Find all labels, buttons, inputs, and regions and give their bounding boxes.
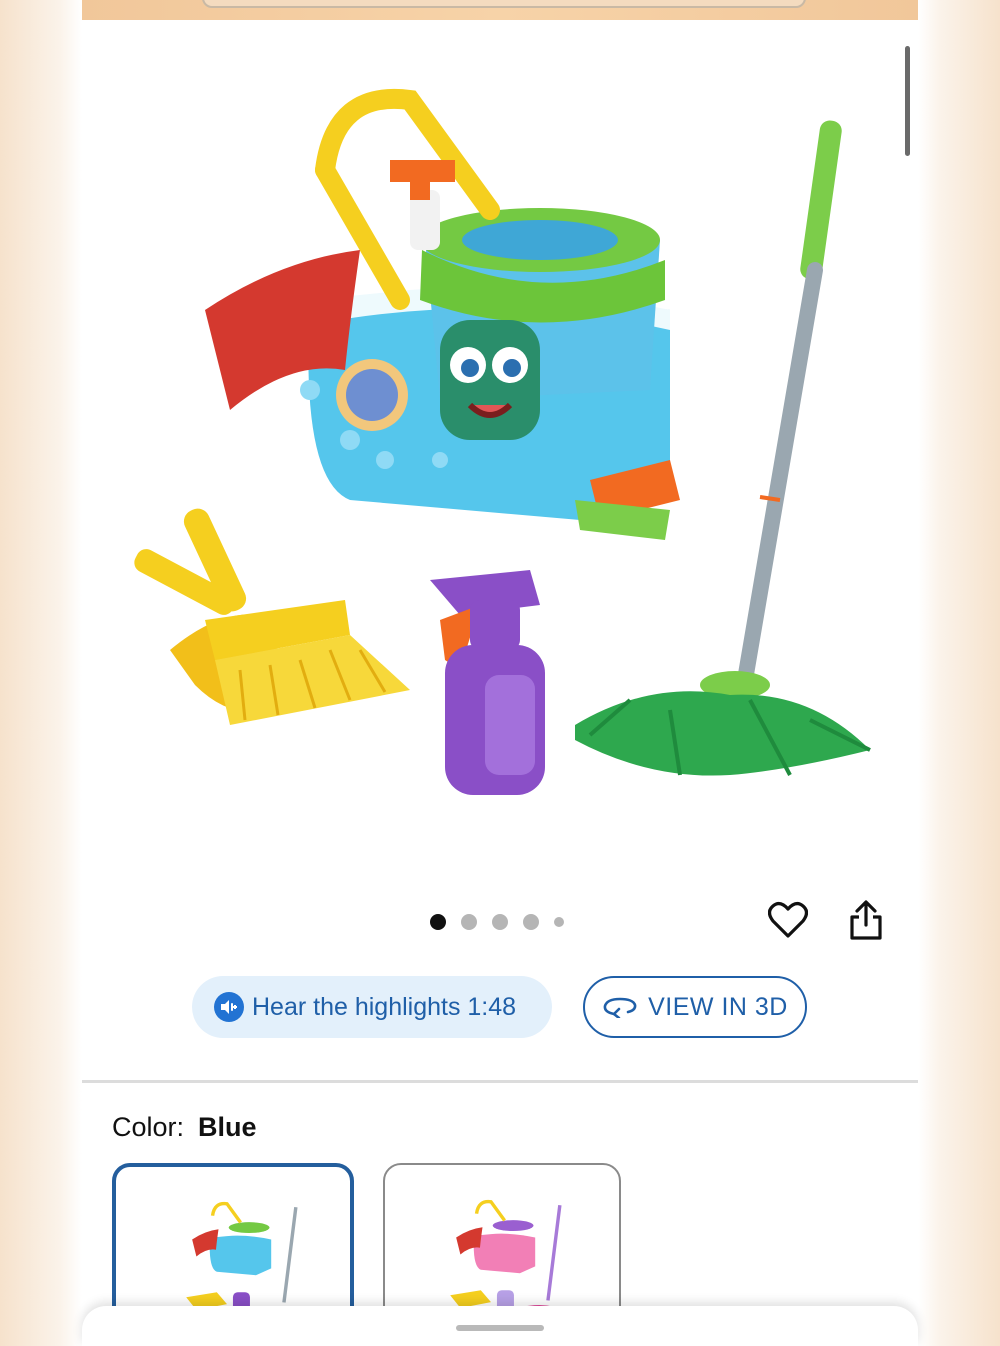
speaker-icon <box>214 992 244 1022</box>
rotate-3d-icon <box>603 997 637 1018</box>
carousel-dot-3[interactable] <box>492 914 508 930</box>
scrollbar[interactable] <box>905 46 910 156</box>
carousel-dot-1[interactable] <box>430 914 446 930</box>
image-carousel-dots[interactable] <box>430 912 564 932</box>
color-selector-label: Color: Blue <box>112 1112 257 1143</box>
view-in-3d-label: VIEW IN 3D <box>648 992 788 1021</box>
view-in-3d-button[interactable]: VIEW IN 3D <box>583 976 807 1038</box>
address-bar-edge <box>202 0 806 8</box>
share-button[interactable] <box>844 898 888 942</box>
hear-highlights-button[interactable]: Hear the highlights 1:48 <box>192 976 552 1038</box>
section-divider <box>82 1080 918 1083</box>
product-image[interactable] <box>110 60 890 840</box>
carousel-dot-5[interactable] <box>554 917 564 927</box>
heart-outline-icon <box>768 902 808 938</box>
share-icon <box>850 900 882 940</box>
dustpan-illustration <box>134 508 410 725</box>
color-label: Color: <box>112 1112 185 1142</box>
spray-bottle-illustration <box>430 570 545 795</box>
top-strip <box>82 0 918 20</box>
color-selected-value: Blue <box>198 1112 257 1142</box>
favorite-button[interactable] <box>766 898 810 942</box>
carousel-dot-4[interactable] <box>523 914 539 930</box>
caddy-illustration <box>205 88 680 540</box>
hear-highlights-label: Hear the highlights 1:48 <box>252 992 517 1021</box>
bottom-sheet-grabber[interactable] <box>456 1325 544 1331</box>
carousel-dot-2[interactable] <box>461 914 477 930</box>
